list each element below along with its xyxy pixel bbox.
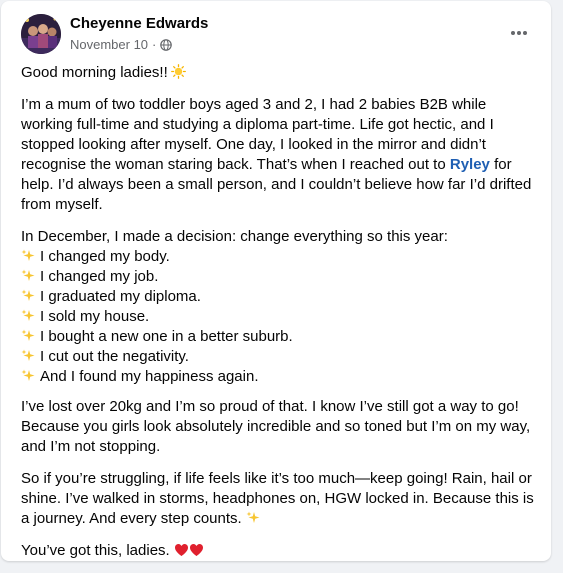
post-meta: November 10 · [70, 37, 173, 52]
avatar-photo [21, 14, 61, 54]
meta-separator: · [152, 37, 157, 52]
sparkles-emoji-icon [246, 511, 260, 523]
more-horizontal-icon [511, 31, 527, 35]
post-date[interactable]: November 10 [70, 37, 148, 52]
sparkles-emoji-icon [21, 289, 35, 301]
change-item: I sold my house. [21, 307, 541, 327]
globe-icon[interactable] [160, 38, 173, 51]
red-heart-emoji-icon [189, 544, 203, 556]
post-header: Cheyenne Edwards November 10 · [21, 13, 537, 57]
change-item-text: I changed my job. [40, 268, 159, 285]
sparkles-emoji-icon [21, 269, 35, 281]
changes-paragraph: In December, I made a decision: change e… [21, 227, 541, 387]
change-item-text: I bought a new one in a better suburb. [40, 328, 293, 345]
mention-link-ryley[interactable]: Ryley [450, 156, 490, 173]
progress-paragraph: I’ve lost over 20kg and I’m so proud of … [21, 398, 531, 455]
sparkles-emoji-icon [21, 369, 35, 381]
change-item-text: I changed my body. [40, 248, 170, 265]
author-name[interactable]: Cheyenne Edwards [70, 15, 208, 32]
red-heart-emoji-icon [174, 544, 188, 556]
more-options-button[interactable] [505, 19, 533, 47]
change-item: And I found my happiness again. [21, 367, 541, 387]
change-item-text: And I found my happiness again. [40, 368, 259, 385]
encouragement-paragraph: So if you’re struggling, if life feels l… [21, 469, 541, 529]
change-item: I changed my body. [21, 247, 541, 267]
story-paragraph: I’m a mum of two toddler boys aged 3 and… [21, 95, 541, 215]
closing-text: You’ve got this, ladies. [21, 542, 170, 559]
greeting-paragraph: Good morning ladies!! [21, 63, 541, 83]
sparkles-emoji-icon [21, 249, 35, 261]
sparkles-emoji-icon [21, 349, 35, 361]
change-item-text: I graduated my diploma. [40, 288, 201, 305]
change-item: I graduated my diploma. [21, 287, 541, 307]
post-card: Cheyenne Edwards November 10 · Good morn… [1, 1, 551, 561]
closing-paragraph: You’ve got this, ladies. [21, 541, 541, 561]
sparkles-emoji-icon [21, 309, 35, 321]
change-item-text: I sold my house. [40, 308, 150, 325]
change-item-text: I cut out the negativity. [40, 348, 189, 365]
greeting-text: Good morning ladies!! [21, 64, 168, 81]
changes-intro: In December, I made a decision: change e… [21, 228, 448, 245]
avatar[interactable] [21, 14, 61, 54]
sparkles-emoji-icon [21, 329, 35, 341]
story-text-start: I’m a mum of two toddler boys aged 3 and… [21, 96, 494, 173]
change-item: I bought a new one in a better suburb. [21, 327, 541, 347]
change-item: I cut out the negativity. [21, 347, 541, 367]
sun-emoji-icon [170, 64, 186, 79]
post-body: Good morning ladies!! I’m a mum of two t… [21, 63, 541, 573]
change-item: I changed my job. [21, 267, 541, 287]
encouragement-text: So if you’re struggling, if life feels l… [21, 470, 534, 527]
